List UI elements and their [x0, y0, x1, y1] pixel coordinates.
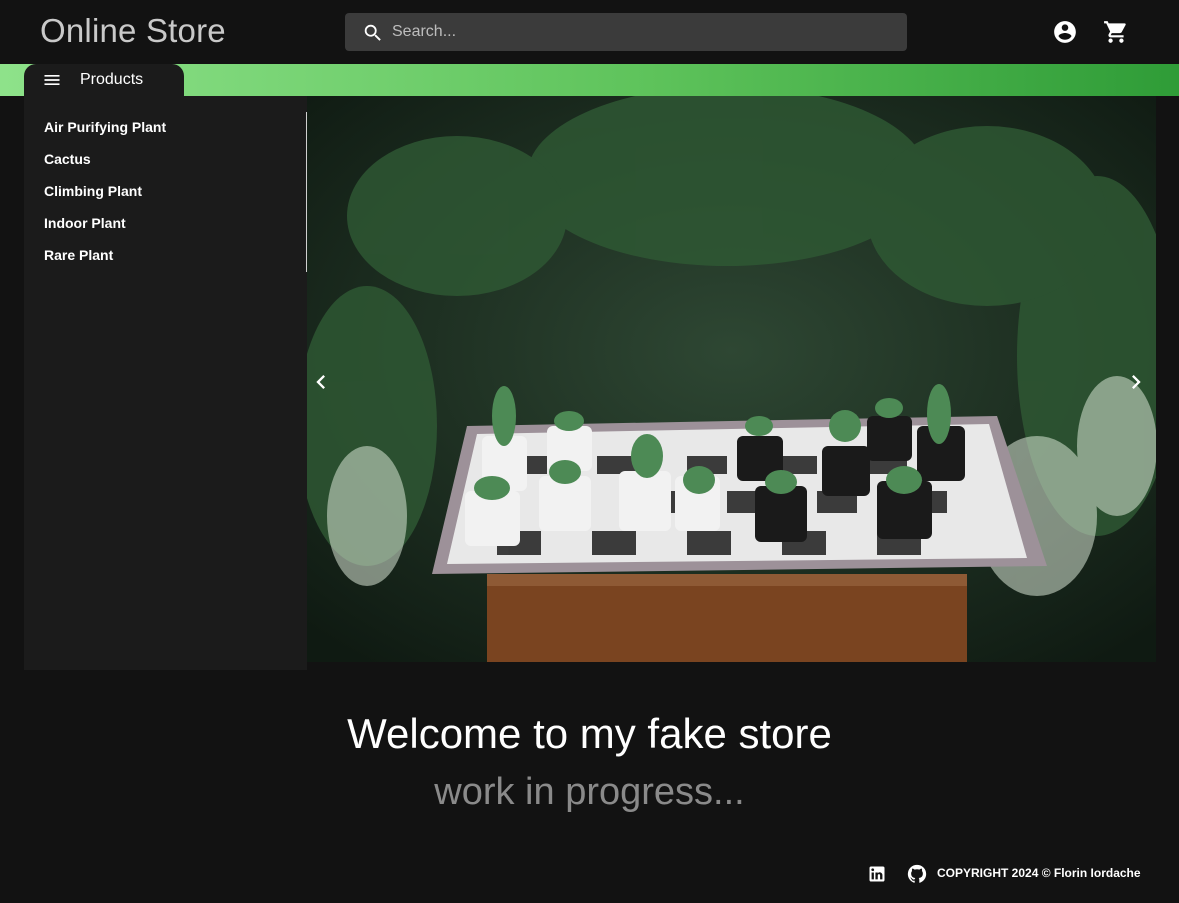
hero-carousel	[307, 96, 1156, 662]
category-drawer: Air Purifying Plant Cactus Climbing Plan…	[24, 96, 307, 670]
brand-title[interactable]: Online Store	[40, 12, 226, 50]
search-box[interactable]	[345, 13, 907, 51]
app-bar: Online Store	[0, 0, 1179, 64]
linkedin-icon[interactable]	[867, 864, 887, 884]
category-item-cactus[interactable]: Cactus	[44, 148, 166, 180]
github-icon[interactable]	[906, 863, 928, 885]
cactus-chessboard-photo	[307, 96, 1156, 662]
welcome-heading: Welcome to my fake store	[347, 710, 832, 757]
account-circle-icon[interactable]	[1052, 19, 1078, 45]
category-item-indoor-plant[interactable]: Indoor Plant	[44, 212, 166, 244]
search-icon	[364, 24, 381, 41]
search-input[interactable]	[392, 13, 892, 51]
category-list: Air Purifying Plant Cactus Climbing Plan…	[44, 116, 166, 276]
chevron-right-icon[interactable]	[1122, 368, 1150, 396]
copyright-text: COPYRIGHT 2024 © Florin Iordache	[937, 866, 1141, 880]
shopping-cart-icon[interactable]	[1103, 19, 1129, 45]
category-item-rare-plant[interactable]: Rare Plant	[44, 244, 166, 276]
category-item-air-purifying-plant[interactable]: Air Purifying Plant	[44, 116, 166, 148]
products-label: Products	[80, 71, 144, 88]
wip-subtitle: work in progress...	[434, 771, 745, 813]
category-item-climbing-plant[interactable]: Climbing Plant	[44, 180, 166, 212]
chevron-left-icon[interactable]	[307, 368, 335, 396]
products-menu-button[interactable]: Products	[24, 64, 184, 96]
menu-icon	[44, 75, 60, 85]
